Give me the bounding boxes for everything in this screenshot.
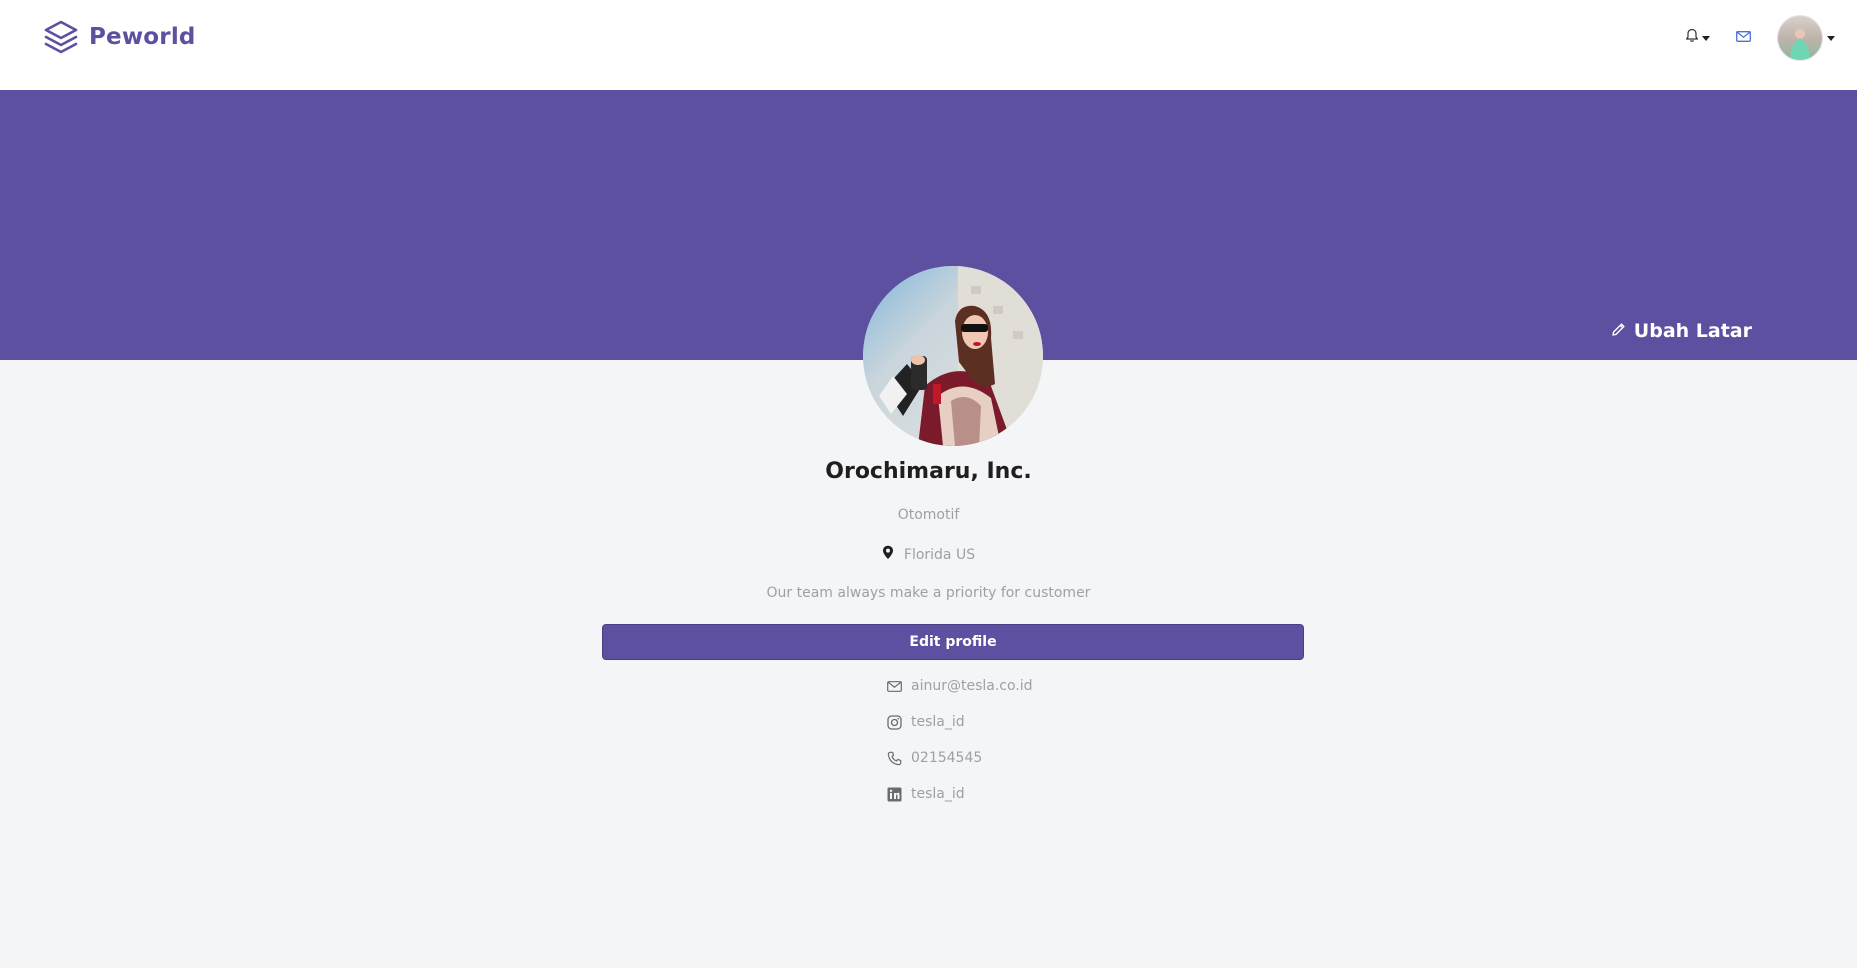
- contact-instagram[interactable]: tesla_id: [886, 711, 1033, 733]
- instagram-icon: [886, 714, 902, 730]
- pencil-icon: [1611, 320, 1626, 342]
- location-text: Florida US: [903, 546, 976, 563]
- change-background-label: Ubah Latar: [1633, 320, 1752, 342]
- map-pin-icon: [882, 545, 894, 564]
- brand-name: Peworld: [89, 24, 196, 50]
- chevron-down-icon: [1702, 35, 1710, 41]
- edit-profile-button[interactable]: Edit profile: [602, 624, 1304, 660]
- navbar: Peworld: [0, 0, 1857, 90]
- avatar: [1777, 15, 1823, 61]
- brand-logo-link[interactable]: Peworld: [43, 19, 196, 55]
- company-name: Orochimaru, Inc.: [825, 459, 1032, 484]
- navbar-actions: [1685, 15, 1835, 61]
- mail-icon: [1736, 29, 1751, 47]
- page: Peworld Ubah Latar Orochimaru, Inc. Otom…: [0, 0, 1857, 968]
- contact-phone-value: 02154545: [911, 750, 983, 766]
- user-menu-dropdown[interactable]: [1777, 15, 1835, 61]
- mail-icon: [886, 678, 902, 694]
- notifications-dropdown[interactable]: [1685, 28, 1710, 48]
- layers-icon: [43, 19, 79, 55]
- contact-linkedin-value: tesla_id: [911, 786, 965, 802]
- company-profile-photo: [863, 266, 1043, 446]
- company-sector: Otomotif: [897, 507, 960, 523]
- chevron-down-icon: [1827, 35, 1835, 41]
- contact-email[interactable]: ainur@tesla.co.id: [886, 675, 1033, 697]
- contact-email-value: ainur@tesla.co.id: [911, 678, 1033, 694]
- contact-list: ainur@tesla.co.id tesla_id 02154545 tesl…: [886, 675, 1033, 805]
- company-location: Florida US: [0, 545, 1857, 564]
- bell-icon: [1685, 28, 1699, 48]
- phone-icon: [886, 750, 902, 766]
- change-background-button[interactable]: Ubah Latar: [1611, 320, 1752, 342]
- contact-instagram-value: tesla_id: [911, 714, 965, 730]
- linkedin-icon: [886, 786, 902, 802]
- messages-button[interactable]: [1736, 29, 1751, 47]
- contact-linkedin[interactable]: tesla_id: [886, 783, 1033, 805]
- company-bio: Our team always make a priority for cust…: [766, 585, 1091, 601]
- contact-phone[interactable]: 02154545: [886, 747, 1033, 769]
